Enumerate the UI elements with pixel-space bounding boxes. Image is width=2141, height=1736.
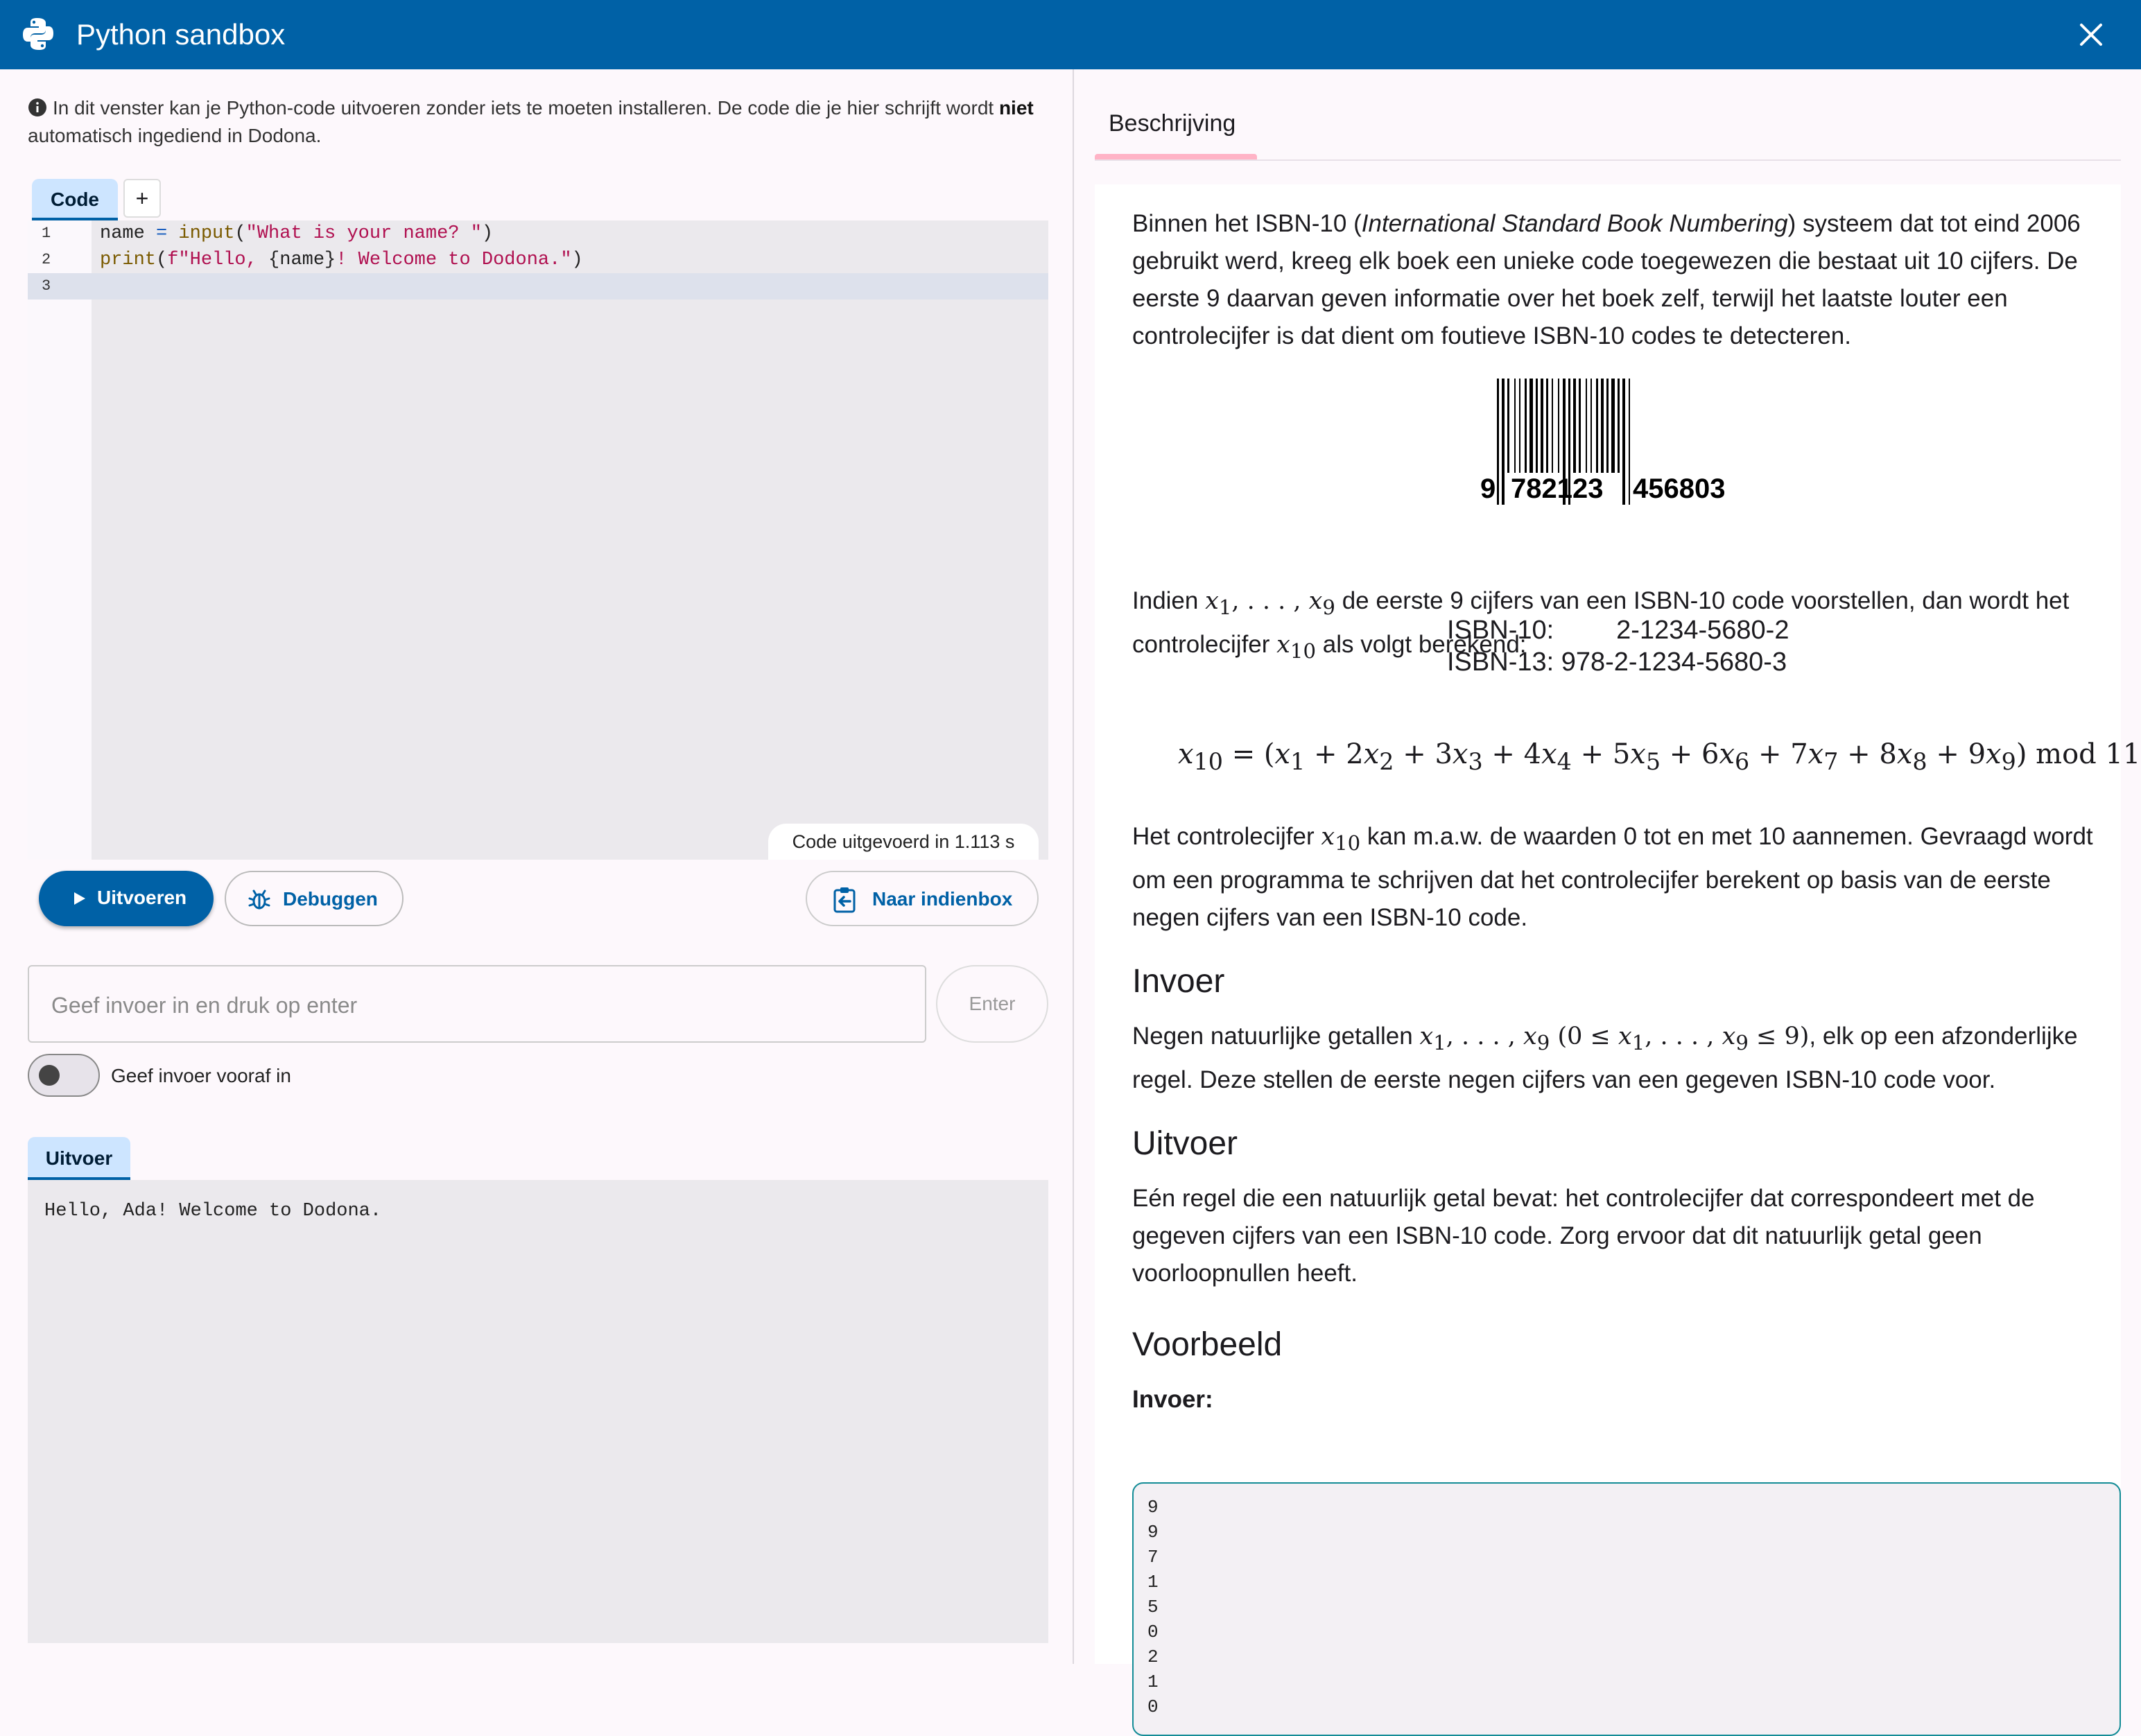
description-card: Binnen het ISBN-10 (International Standa… bbox=[1095, 184, 2140, 1736]
code-editor[interactable]: 1 name = input("What is your name? ") 2 … bbox=[28, 220, 1048, 860]
output-text: Hello, Ada! Welcome to Dodona. bbox=[44, 1201, 382, 1222]
example-input-label: Invoer: bbox=[1132, 1386, 1213, 1413]
window-title: Python sandbox bbox=[76, 18, 286, 51]
example-input-text: 9 9 7 1 5 0 2 1 0 bbox=[1147, 1497, 1159, 1717]
barcode-bar bbox=[1546, 379, 1548, 473]
checksum-formula: x10 = (x1 + 2x2 + 3x3 + 4x4 + 5x5 + 6x6 … bbox=[1178, 738, 2141, 775]
tab-description[interactable]: Beschrijving bbox=[1109, 105, 1236, 141]
barcode-bar bbox=[1502, 379, 1505, 505]
stdin-field[interactable] bbox=[28, 965, 926, 1043]
barcode-bar bbox=[1519, 379, 1520, 473]
line-number: 2 bbox=[42, 251, 51, 268]
play-icon bbox=[74, 892, 85, 905]
tab-output[interactable]: Uitvoer bbox=[28, 1137, 130, 1180]
code-line[interactable]: 1 name = input("What is your name? ") bbox=[28, 220, 1048, 247]
barcode-bar bbox=[1541, 379, 1543, 473]
barcode-bar bbox=[1629, 379, 1630, 505]
code-line[interactable]: 2 print(f"Hello, {name}! Welcome to Dodo… bbox=[28, 247, 1048, 273]
barcode-bar bbox=[1536, 379, 1538, 473]
barcode-bar bbox=[1552, 379, 1553, 473]
line-gutter bbox=[28, 220, 92, 860]
tab-divider bbox=[1095, 159, 2121, 161]
barcode-bar bbox=[1618, 379, 1620, 473]
python-logo-icon bbox=[23, 18, 53, 50]
barcode-bar bbox=[1507, 379, 1509, 473]
barcode-bar bbox=[1529, 379, 1533, 473]
clipboard-arrow-icon bbox=[833, 887, 856, 913]
barcode-right-digits: 456803 bbox=[1633, 474, 1725, 504]
barcode-bar bbox=[1497, 379, 1499, 505]
heading-uitvoer: Uitvoer bbox=[1132, 1125, 1238, 1162]
app-bar: Python sandbox bbox=[0, 0, 2141, 69]
prefill-input-toggle[interactable] bbox=[28, 1054, 100, 1097]
tab-code[interactable]: Code bbox=[32, 179, 118, 220]
barcode-bar bbox=[1590, 379, 1592, 473]
barcode-bar bbox=[1579, 379, 1581, 473]
barcode-bar bbox=[1586, 379, 1587, 473]
code-text: name = input("What is your name? ") bbox=[100, 223, 494, 244]
intro-paragraph: Binnen het ISBN-10 (International Standa… bbox=[1132, 210, 2081, 349]
description-pane: Beschrijving Binnen het ISBN-10 (Interna… bbox=[1073, 69, 2141, 1736]
add-tab-button[interactable]: + bbox=[123, 179, 161, 218]
barcode-bar bbox=[1525, 379, 1527, 473]
stdin-input[interactable] bbox=[50, 987, 905, 1023]
toggle-label: Geef invoer vooraf in bbox=[111, 1065, 291, 1086]
barcode-left-digits: 782123 bbox=[1511, 474, 1603, 504]
line-number: 1 bbox=[42, 225, 51, 242]
heading-voorbeeld: Voorbeeld bbox=[1132, 1326, 1283, 1363]
execution-status: Code uitgevoerd in 1.113 s bbox=[768, 824, 1039, 860]
paragraph-task: Het controlecijfer x10 kan m.a.w. de waa… bbox=[1132, 823, 2093, 931]
barcode-bar bbox=[1622, 379, 1625, 505]
code-text: print(f"Hello, {name}! Welcome to Dodona… bbox=[100, 250, 583, 270]
run-button[interactable]: Uitvoeren bbox=[39, 871, 214, 926]
bug-icon bbox=[248, 889, 270, 910]
barcode-bar bbox=[1573, 379, 1576, 473]
toggle-knob bbox=[39, 1065, 60, 1086]
line-number: 3 bbox=[42, 277, 51, 295]
barcode-bar bbox=[1596, 379, 1598, 473]
barcode-bar bbox=[1606, 379, 1609, 473]
paragraph-invoer: Negen natuurlijke getallen x1, . . . , x… bbox=[1132, 1023, 2078, 1093]
heading-invoer: Invoer bbox=[1132, 963, 1225, 1000]
close-icon[interactable] bbox=[2073, 17, 2109, 53]
example-input-box: 9 9 7 1 5 0 2 1 0 bbox=[1132, 1482, 2121, 1736]
barcode-bar bbox=[1558, 379, 1559, 473]
sandbox-pane: In dit venster kan je Python-code uitvoe… bbox=[0, 69, 1072, 1664]
code-line-active[interactable]: 3 bbox=[28, 273, 1048, 300]
barcode-bar bbox=[1601, 379, 1604, 473]
info-icon bbox=[28, 98, 46, 116]
barcode-bar bbox=[1611, 379, 1615, 473]
debug-button[interactable]: Debuggen bbox=[225, 871, 404, 926]
submit-button[interactable]: Naar indienbox bbox=[806, 871, 1039, 926]
enter-button[interactable]: Enter bbox=[936, 965, 1048, 1043]
barcode-image: 9 782123 456803 bbox=[1439, 376, 1802, 563]
output-console: Hello, Ada! Welcome to Dodona. bbox=[28, 1180, 1048, 1643]
barcode-first-digit: 9 bbox=[1480, 474, 1496, 504]
paragraph-uitvoer: Eén regel die een natuurlijk getal bevat… bbox=[1132, 1185, 2035, 1287]
barcode-bar bbox=[1514, 379, 1516, 473]
paragraph-digits: Indien x1, . . . , x9 de eerste 9 cijfer… bbox=[1132, 587, 2070, 663]
info-text: In dit venster kan je Python-code uitvoe… bbox=[28, 97, 1034, 146]
